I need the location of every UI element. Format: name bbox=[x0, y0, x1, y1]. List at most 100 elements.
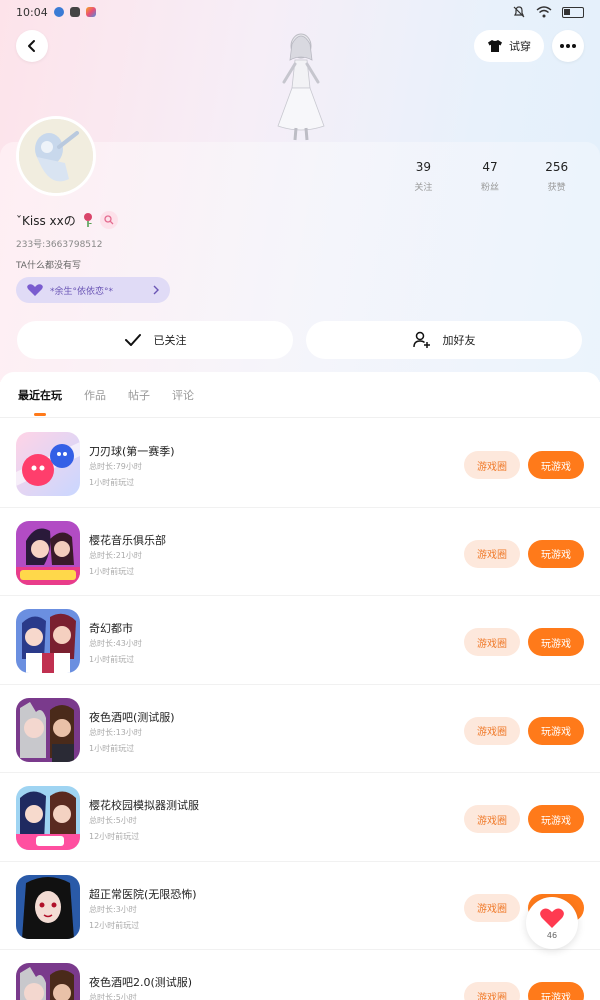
game-circle-button[interactable]: 游戏圈 bbox=[464, 982, 520, 1000]
game-last-played: 12小时前玩过 bbox=[89, 832, 140, 841]
play-game-button[interactable]: 玩游戏 bbox=[528, 539, 584, 568]
game-circle-button[interactable]: 游戏圈 bbox=[464, 539, 520, 568]
like-button[interactable]: 46 bbox=[526, 897, 578, 949]
battery-icon bbox=[562, 6, 584, 18]
stat-label: 关注 bbox=[414, 183, 433, 193]
stat-label: 粉丝 bbox=[481, 183, 500, 193]
add-friend-button[interactable]: 加好友 bbox=[306, 321, 582, 359]
list-item[interactable]: 夜色酒吧2.0(测试服) 总时长:5小时 游戏圈 玩游戏 bbox=[0, 950, 600, 1000]
play-game-button[interactable]: 玩游戏 bbox=[528, 716, 584, 745]
game-total-time: 总时长:13小时 bbox=[89, 727, 142, 737]
stat-value: 256 bbox=[545, 160, 569, 174]
play-game-button[interactable]: 玩游戏 bbox=[528, 982, 584, 1000]
followed-button[interactable]: 已关注 bbox=[17, 321, 293, 359]
stat-following[interactable]: 39 关注 bbox=[390, 160, 457, 193]
game-icon-image bbox=[16, 520, 80, 585]
badge-text: *余生°依依恋°* bbox=[50, 286, 114, 297]
search-user-button[interactable] bbox=[99, 211, 118, 229]
avatar-image bbox=[19, 119, 93, 193]
status-bar: 10:04 bbox=[0, 0, 600, 24]
status-time: 10:04 bbox=[16, 5, 48, 19]
game-name: 刀刃球(第一赛季) bbox=[89, 445, 175, 458]
game-circle-button[interactable]: 游戏圈 bbox=[464, 893, 520, 922]
heart-badge-icon bbox=[27, 284, 43, 296]
game-name: 夜色酒吧2.0(测试服) bbox=[89, 976, 193, 989]
game-total-time: 总时长:43小时 bbox=[89, 639, 142, 648]
game-icon-image bbox=[16, 786, 80, 850]
game-total-time: 总时长:5小时 bbox=[89, 993, 137, 1000]
more-icon bbox=[560, 44, 576, 48]
tab-recently-played[interactable]: 最近在玩 bbox=[18, 372, 62, 418]
game-circle-button[interactable]: 游戏圈 bbox=[464, 451, 520, 479]
add-friend-label: 加好友 bbox=[442, 334, 476, 347]
game-total-time: 总时长:79小时 bbox=[89, 462, 142, 471]
notification-icon bbox=[69, 7, 80, 17]
play-game-button[interactable]: 玩游戏 bbox=[528, 628, 584, 656]
profile-tabs: 最近在玩 作品 帖子 评论 bbox=[0, 372, 600, 418]
game-last-played: 1小时前玩过 bbox=[89, 743, 135, 753]
badge-pill[interactable]: *余生°依依恋°* bbox=[16, 277, 170, 303]
list-item[interactable]: 刀刃球(第一赛季) 总时长:79小时 1小时前玩过 游戏圈 玩游戏 bbox=[0, 419, 600, 508]
username: ˇKiss xxの bbox=[16, 213, 76, 228]
game-circle-button[interactable]: 游戏圈 bbox=[464, 716, 520, 745]
game-icon[interactable] bbox=[16, 432, 80, 496]
game-name: 奇幻都市 bbox=[89, 622, 133, 635]
game-icon[interactable] bbox=[16, 609, 80, 673]
game-last-played: 12小时前玩过 bbox=[89, 920, 140, 930]
tab-comments[interactable]: 评论 bbox=[172, 372, 194, 418]
stat-likes[interactable]: 256 获赞 bbox=[523, 160, 590, 193]
avatar[interactable] bbox=[16, 116, 96, 196]
list-item[interactable]: 夜色酒吧(测试服) 总时长:13小时 1小时前玩过 游戏圈 玩游戏 bbox=[0, 685, 600, 773]
game-name: 樱花校园模拟器测试服 bbox=[89, 799, 199, 812]
game-icon[interactable] bbox=[16, 963, 80, 1000]
back-arrow-icon bbox=[28, 40, 35, 52]
list-item[interactable]: 樱花校园模拟器测试服 总时长:5小时 12小时前玩过 游戏圈 玩游戏 bbox=[0, 773, 600, 862]
game-name: 超正常医院(无限恐怖) bbox=[89, 887, 197, 901]
avatar-character-figure bbox=[277, 33, 325, 141]
game-total-time: 总时长:21小时 bbox=[89, 550, 142, 560]
game-name: 樱花音乐俱乐部 bbox=[89, 533, 166, 547]
game-icon-image bbox=[16, 963, 80, 1000]
followed-label: 已关注 bbox=[153, 334, 187, 347]
game-circle-button[interactable]: 游戏圈 bbox=[464, 628, 520, 656]
tab-works[interactable]: 作品 bbox=[84, 372, 106, 418]
play-game-button[interactable]: 玩游戏 bbox=[528, 805, 584, 833]
game-icon[interactable] bbox=[16, 874, 80, 939]
more-button[interactable] bbox=[552, 30, 584, 62]
game-icon-image bbox=[16, 432, 80, 496]
list-item[interactable]: 奇幻都市 总时长:43小时 1小时前玩过 游戏圈 玩游戏 bbox=[0, 596, 600, 685]
game-name: 夜色酒吧(测试服) bbox=[89, 710, 175, 724]
game-last-played: 1小时前玩过 bbox=[89, 566, 135, 576]
add-user-icon bbox=[412, 331, 430, 348]
list-item[interactable]: 超正常医院(无限恐怖) 总时长:3小时 12小时前玩过 游戏圈 玩游戏 bbox=[0, 862, 600, 950]
stat-label: 获赞 bbox=[547, 183, 566, 193]
game-circle-button[interactable]: 游戏圈 bbox=[464, 805, 520, 833]
list-item[interactable]: 樱花音乐俱乐部 总时长:21小时 1小时前玩过 游戏圈 玩游戏 bbox=[0, 508, 600, 596]
check-icon bbox=[124, 334, 141, 346]
stat-value: 39 bbox=[415, 160, 431, 174]
tab-posts[interactable]: 帖子 bbox=[128, 372, 150, 418]
game-last-played: 1小时前玩过 bbox=[89, 655, 135, 664]
game-icon-image bbox=[16, 697, 80, 762]
mute-bell-icon bbox=[513, 6, 525, 18]
rose-icon bbox=[83, 213, 92, 227]
wifi-icon bbox=[536, 6, 552, 18]
game-icon[interactable] bbox=[16, 520, 80, 585]
game-total-time: 总时长:3小时 bbox=[89, 904, 137, 914]
play-game-button[interactable]: 玩游戏 bbox=[528, 451, 584, 479]
stat-value: 47 bbox=[482, 160, 498, 174]
game-total-time: 总时长:5小时 bbox=[89, 816, 137, 825]
game-icon[interactable] bbox=[16, 697, 80, 762]
recent-games-list: 刀刃球(第一赛季) 总时长:79小时 1小时前玩过 游戏圈 玩游戏 樱花音乐俱乐… bbox=[0, 419, 600, 1000]
try-on-button[interactable]: 试穿 bbox=[474, 30, 544, 62]
profile-stats: 39 关注 47 粉丝 256 获赞 bbox=[390, 160, 590, 193]
try-on-label: 试穿 bbox=[509, 40, 531, 53]
game-icon-image bbox=[16, 609, 80, 673]
stat-followers[interactable]: 47 粉丝 bbox=[457, 160, 524, 193]
search-icon bbox=[104, 215, 114, 225]
tshirt-icon bbox=[488, 40, 502, 52]
game-icon-image bbox=[16, 874, 80, 939]
back-button[interactable] bbox=[16, 30, 48, 62]
game-icon[interactable] bbox=[16, 786, 80, 850]
game-last-played: 1小时前玩过 bbox=[89, 478, 135, 487]
